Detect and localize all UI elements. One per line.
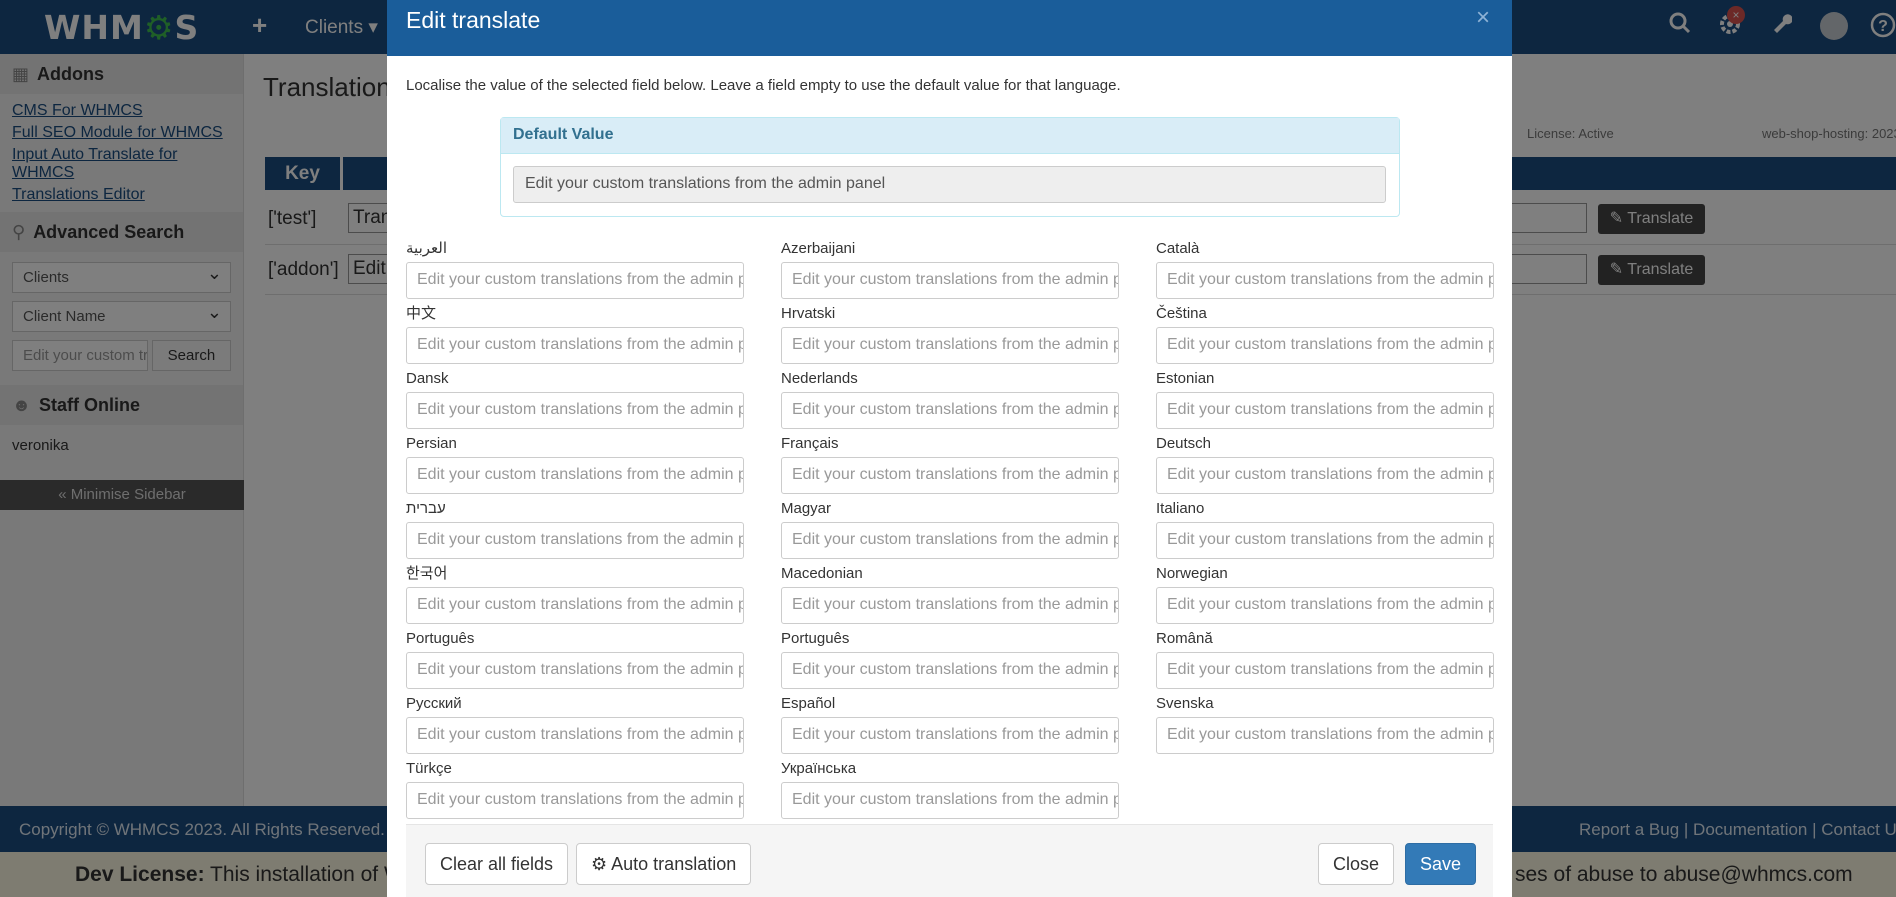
close-button[interactable]: Close [1318, 843, 1395, 885]
language-input[interactable]: Edit your custom translations from the a… [406, 782, 744, 819]
language-input[interactable]: Edit your custom translations from the a… [1156, 522, 1494, 559]
language-input[interactable]: Edit your custom translations from the a… [781, 457, 1119, 494]
language-label: Hrvatski [781, 305, 836, 322]
language-label: עברית [406, 500, 446, 517]
language-input[interactable]: Edit your custom translations from the a… [406, 587, 744, 624]
language-label: Українська [781, 760, 857, 777]
language-field: Italiano Edit your custom translations fr… [1156, 500, 1494, 559]
language-label: Français [781, 435, 839, 452]
language-label: Русский [406, 695, 462, 712]
language-input[interactable]: Edit your custom translations from the a… [1156, 587, 1494, 624]
modal-description: Localise the value of the selected field… [406, 77, 1121, 94]
language-field: Svenska Edit your custom translations fro… [1156, 695, 1494, 754]
language-label: Macedonian [781, 565, 863, 582]
language-input[interactable]: Edit your custom translations from the a… [1156, 457, 1494, 494]
language-input[interactable]: Edit your custom translations from the a… [781, 587, 1119, 624]
language-field: עברית Edit your custom translations from … [406, 500, 744, 559]
edit-translate-modal: Edit translate × Localise the value of t… [387, 0, 1512, 897]
language-label: 한국어 [406, 565, 448, 582]
language-field: Norwegian Edit your custom translations f… [1156, 565, 1494, 624]
language-input[interactable]: Edit your custom translations from the a… [781, 392, 1119, 429]
language-field: Türkçe Edit your custom translations from… [406, 760, 744, 819]
language-input[interactable]: Edit your custom translations from the a… [406, 327, 744, 364]
language-label: Norwegian [1156, 565, 1228, 582]
language-field: Čeština Edit your custom translations fro… [1156, 305, 1494, 364]
language-input[interactable]: Edit your custom translations from the a… [1156, 717, 1494, 754]
language-input[interactable]: Edit your custom translations from the a… [781, 717, 1119, 754]
language-field: Português Edit your custom translations f… [406, 630, 744, 689]
language-label: Estonian [1156, 370, 1215, 387]
language-input[interactable]: Edit your custom translations from the a… [406, 262, 744, 299]
language-label: العربية [406, 240, 447, 257]
language-field: Azerbaijani Edit your custom translations… [781, 240, 1119, 299]
language-field: Nederlands Edit your custom translations … [781, 370, 1119, 429]
language-input[interactable]: Edit your custom translations from the a… [1156, 327, 1494, 364]
language-label: Persian [406, 435, 457, 452]
language-field: Русский Edit your custom translations fro… [406, 695, 744, 754]
modal-title: Edit translate [406, 7, 541, 33]
language-field: Español Edit your custom translations fro… [781, 695, 1119, 754]
language-input[interactable]: Edit your custom translations from the a… [406, 392, 744, 429]
cogs-icon: ⚙ [591, 854, 608, 874]
close-icon[interactable]: × [1476, 4, 1490, 32]
save-button[interactable]: Save [1405, 843, 1477, 885]
language-field: Macedonian Edit your custom translations … [781, 565, 1119, 624]
language-field: Deutsch Edit your custom translations fro… [1156, 435, 1494, 494]
language-input[interactable]: Edit your custom translations from the a… [781, 522, 1119, 559]
language-field: Українська Edit your custom translations … [781, 760, 1119, 819]
language-field: العربية Edit your custom translations fro… [406, 240, 744, 299]
language-input[interactable]: Edit your custom translations from the a… [781, 782, 1119, 819]
language-label: Svenska [1156, 695, 1214, 712]
language-field: Română Edit your custom translations from… [1156, 630, 1494, 689]
language-label: 中文 [406, 305, 437, 322]
auto-translation-button[interactable]: ⚙ Auto translation [576, 843, 752, 885]
language-input[interactable]: Edit your custom translations from the a… [406, 457, 744, 494]
modal-header: Edit translate × [387, 0, 1512, 56]
language-input[interactable]: Edit your custom translations from the a… [1156, 392, 1494, 429]
language-field: Català Edit your custom translations from… [1156, 240, 1494, 299]
language-field: Persian Edit your custom translations fro… [406, 435, 744, 494]
language-label: Magyar [781, 500, 832, 517]
language-label: Italiano [1156, 500, 1205, 517]
language-label: Română [1156, 630, 1213, 647]
language-input[interactable]: Edit your custom translations from the a… [406, 652, 744, 689]
language-label: Español [781, 695, 836, 712]
language-input[interactable]: Edit your custom translations from the a… [406, 522, 744, 559]
language-field: Dansk Edit your custom translations from … [406, 370, 744, 429]
default-value-panel: Default Value Edit your custom translati… [500, 117, 1400, 217]
language-field: Estonian Edit your custom translations fr… [1156, 370, 1494, 429]
language-label: Azerbaijani [781, 240, 856, 257]
language-label: Dansk [406, 370, 449, 387]
language-input[interactable]: Edit your custom translations from the a… [406, 717, 744, 754]
auto-translation-label: Auto translation [611, 854, 737, 874]
clear-all-fields-button[interactable]: Clear all fields [425, 843, 569, 885]
language-input[interactable]: Edit your custom translations from the a… [1156, 262, 1494, 299]
language-label: Čeština [1156, 305, 1207, 322]
language-label: Türkçe [406, 760, 452, 777]
language-field: 한국어 Edit your custom translations from th… [406, 565, 744, 624]
language-input[interactable]: Edit your custom translations from the a… [1156, 652, 1494, 689]
language-input[interactable]: Edit your custom translations from the a… [781, 262, 1119, 299]
language-label: Deutsch [1156, 435, 1212, 452]
language-field: Hrvatski Edit your custom translations fr… [781, 305, 1119, 364]
language-label: Nederlands [781, 370, 858, 387]
default-value-field: Edit your custom translations from the a… [513, 166, 1386, 203]
language-input[interactable]: Edit your custom translations from the a… [781, 652, 1119, 689]
language-field: 中文 Edit your custom translations from the… [406, 305, 744, 364]
language-label: Português [781, 630, 850, 647]
language-label: Português [406, 630, 475, 647]
language-label: Català [1156, 240, 1200, 257]
language-field: Magyar Edit your custom translations from… [781, 500, 1119, 559]
language-input[interactable]: Edit your custom translations from the a… [781, 327, 1119, 364]
language-field: Français Edit your custom translations fr… [781, 435, 1119, 494]
language-field: Português Edit your custom translations f… [781, 630, 1119, 689]
default-value-title: Default Value [501, 118, 1399, 154]
